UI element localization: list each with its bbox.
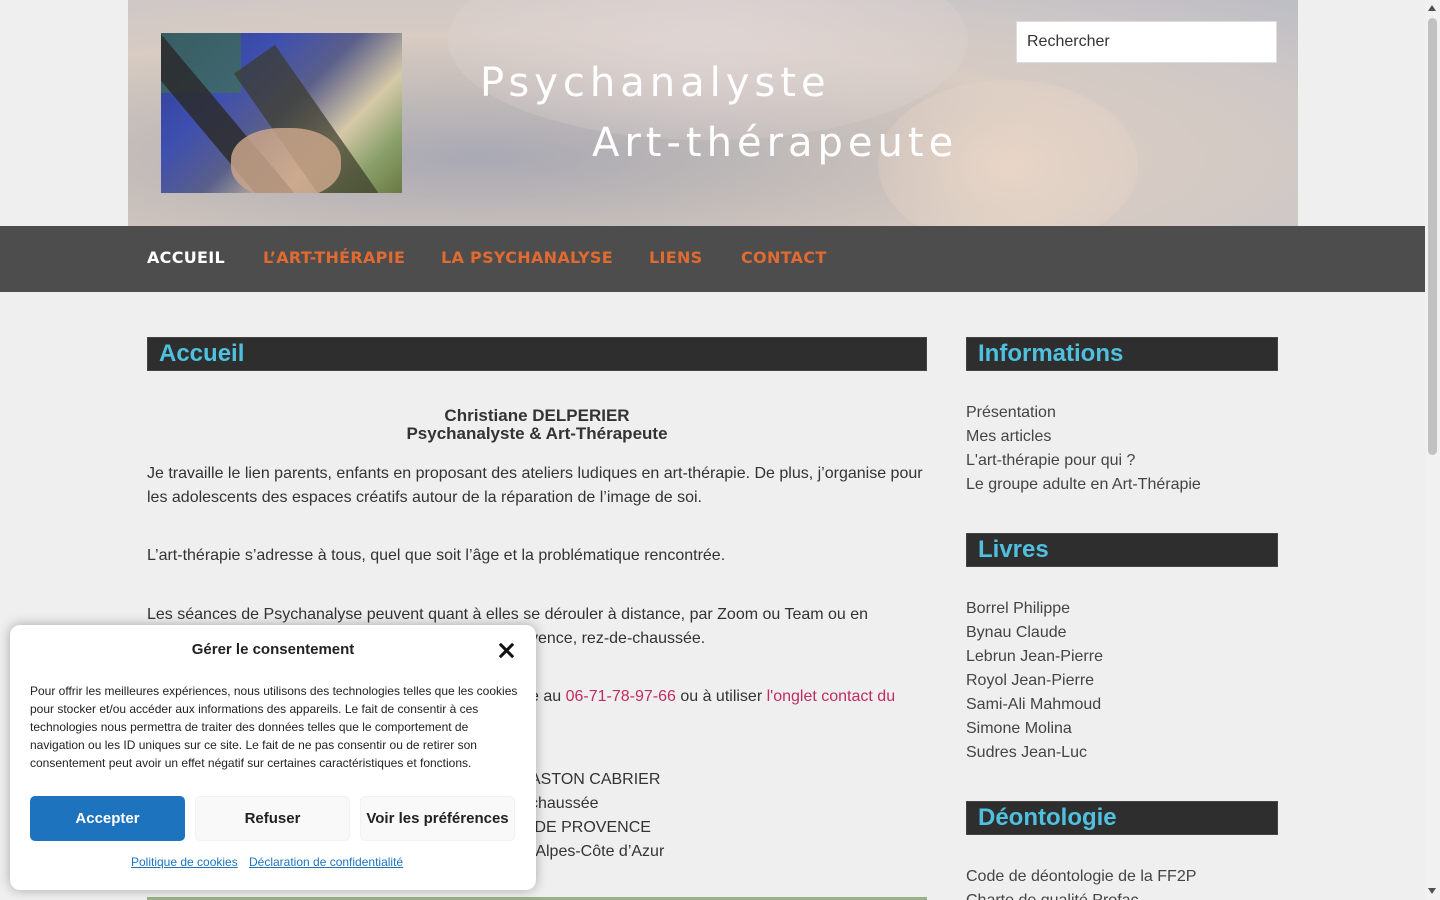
sidebar-item-articles[interactable]: Mes articles xyxy=(966,425,1201,449)
nav-item-psychanalyse[interactable]: La Psychanalyse xyxy=(441,226,613,292)
page-title: Accueil xyxy=(159,340,245,367)
author-name: Christiane DELPERIER xyxy=(444,406,630,425)
sidebar-heading-deontologie: Déontologie xyxy=(978,804,1117,831)
sidebar-heading-deontologie-bar: Déontologie xyxy=(966,801,1278,835)
sidebar-item-book[interactable]: Borrel Philippe xyxy=(966,597,1103,621)
sidebar-heading-livres-bar: Livres xyxy=(966,533,1278,567)
sidebar-item-book[interactable]: Sami-Ali Mahmoud xyxy=(966,693,1103,717)
author-subtitle: Psychanalyste & Art-Thérapeute xyxy=(406,424,668,443)
cookie-policy-link[interactable]: Politique de cookies xyxy=(131,855,238,869)
search-input[interactable] xyxy=(1016,21,1277,63)
psychanalyse-paragraph-line1: Les séances de Psychanalyse peuvent quan… xyxy=(147,606,869,623)
site-title-line1: Psychanalyste xyxy=(480,60,831,106)
scroll-up-arrow-icon[interactable] xyxy=(1428,5,1436,11)
consent-title: Gérer le consentement xyxy=(191,641,355,658)
nav-item-contact[interactable]: Contact xyxy=(741,226,827,292)
sidebar-heading-informations-bar: Informations xyxy=(966,337,1278,371)
sidebar-heading-livres: Livres xyxy=(978,536,1049,563)
contact-tab-link[interactable]: l'onglet contact du xyxy=(767,688,895,705)
nav-item-art-therapie[interactable]: L’art-thérapie xyxy=(263,226,405,292)
page-scrollbar[interactable] xyxy=(1425,0,1440,900)
sidebar-item-book[interactable]: Royol Jean-Pierre xyxy=(966,669,1103,693)
sidebar-item-presentation[interactable]: Présentation xyxy=(966,401,1201,425)
site-header: Psychanalyste Art-thérapeute xyxy=(128,0,1298,226)
site-logo[interactable] xyxy=(161,33,402,193)
sidebar-item-book[interactable]: Simone Molina xyxy=(966,717,1103,741)
cookie-consent-dialog: Gérer le consentement Pour offrir les me… xyxy=(10,625,536,890)
sidebar-item-code-deontologie[interactable]: Code de déontologie de la FF2P xyxy=(966,865,1196,889)
accept-button[interactable]: Accepter xyxy=(30,796,185,841)
nav-item-accueil[interactable]: Accueil xyxy=(147,226,225,292)
scrollbar-thumb[interactable] xyxy=(1428,18,1437,455)
sidebar-list-deontologie: Code de déontologie de la FF2P Charte de… xyxy=(966,865,1196,900)
sidebar-item-art-therapie-pour-qui[interactable]: L'art-thérapie pour qui ? xyxy=(966,449,1201,473)
main-nav: Accueil L’art-thérapie La Psychanalyse L… xyxy=(0,226,1425,292)
sidebar-list-livres: Borrel Philippe Bynau Claude Lebrun Jean… xyxy=(966,597,1103,765)
phone-link[interactable]: 06-71-78-97-66 xyxy=(566,688,676,705)
nav-item-liens[interactable]: Liens xyxy=(649,226,703,292)
sidebar-item-groupe-adulte[interactable]: Le groupe adulte en Art-Thérapie xyxy=(966,473,1201,497)
contact-middle: ou à utiliser xyxy=(675,688,767,705)
page-title-bar: Accueil xyxy=(147,337,927,371)
sidebar-item-book[interactable]: Bynau Claude xyxy=(966,621,1103,645)
preferences-button[interactable]: Voir les préférences xyxy=(360,796,515,841)
consent-message: Pour offrir les meilleures expériences, … xyxy=(30,684,518,770)
intro-paragraph: Je travaille le lien parents, enfants en… xyxy=(147,465,923,506)
site-title-line2: Art-thérapeute xyxy=(592,120,959,166)
sidebar-item-book[interactable]: Lebrun Jean-Pierre xyxy=(966,645,1103,669)
sidebar-item-charte-qualite[interactable]: Charte de qualité Profac xyxy=(966,889,1196,900)
art-therapy-paragraph: L’art-thérapie s’adresse à tous, quel qu… xyxy=(147,547,726,564)
close-icon[interactable] xyxy=(495,639,517,661)
sidebar-heading-informations: Informations xyxy=(978,340,1124,367)
refuse-button[interactable]: Refuser xyxy=(195,796,350,841)
sidebar-list-informations: Présentation Mes articles L'art-thérapie… xyxy=(966,401,1201,497)
sidebar-item-book[interactable]: Sudres Jean-Luc xyxy=(966,741,1103,765)
scroll-down-arrow-icon[interactable] xyxy=(1428,888,1436,894)
privacy-statement-link[interactable]: Déclaration de confidentialité xyxy=(249,855,403,869)
